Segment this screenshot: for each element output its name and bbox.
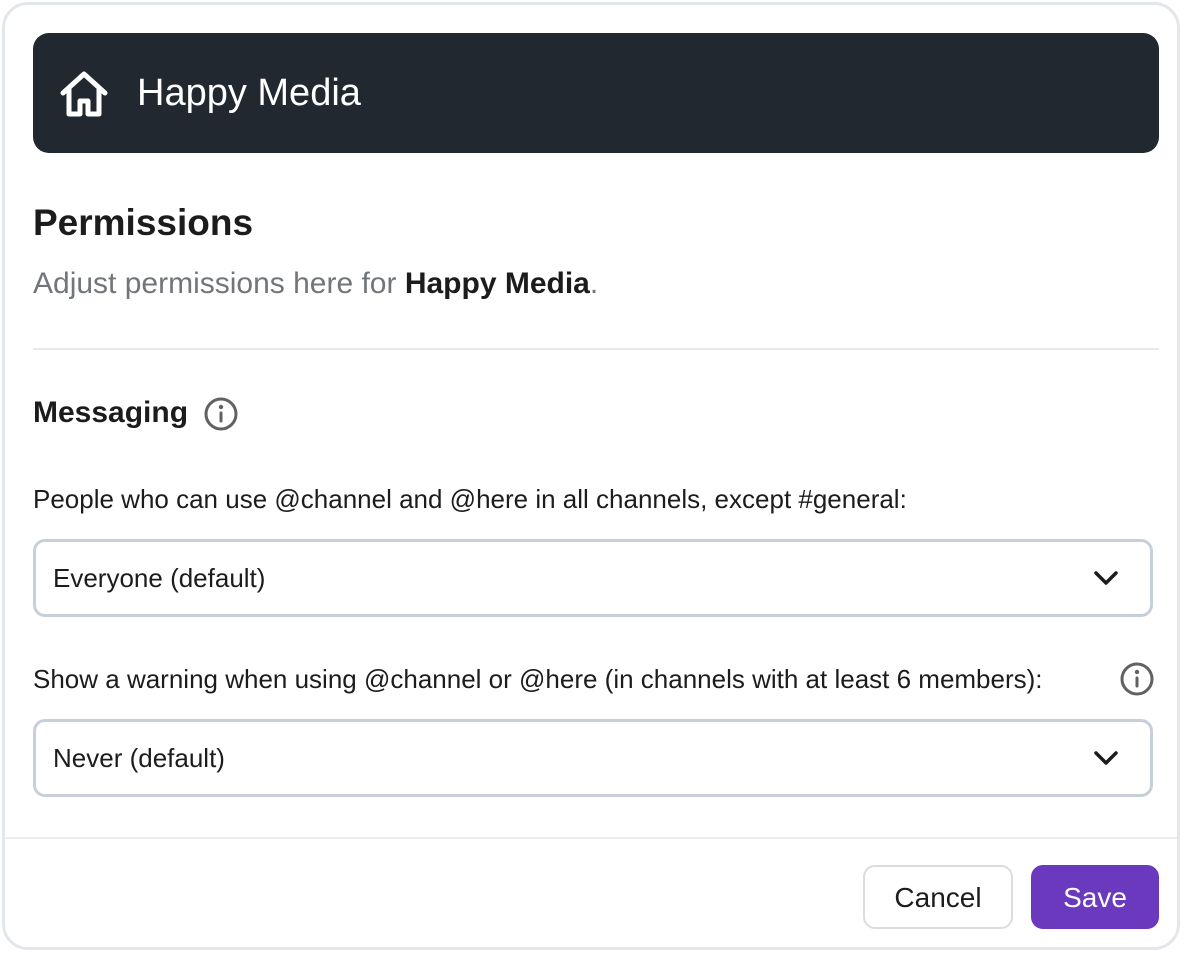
mention-warning-value: Never (default): [53, 743, 225, 773]
messaging-section-title: Messaging: [33, 396, 189, 429]
chevron-down-icon: [1094, 751, 1118, 765]
cancel-button[interactable]: Cancel: [863, 865, 1013, 929]
subtitle-workspace-name: Happy Media: [404, 267, 590, 300]
house-icon: [60, 71, 108, 117]
page-subtitle: Adjust permissions here for Happy Media.: [33, 265, 598, 303]
channel-mentions-label: People who can use @channel and @here in…: [33, 484, 907, 514]
save-button[interactable]: Save: [1031, 865, 1159, 929]
subtitle-text: Adjust permissions here for: [33, 267, 405, 300]
mention-warning-label: Show a warning when using @channel or @h…: [33, 664, 1043, 694]
chevron-down-icon: [1094, 571, 1118, 585]
info-icon[interactable]: [204, 397, 238, 431]
workspace-banner: Happy Media: [33, 33, 1159, 153]
subtitle-suffix: .: [589, 267, 599, 300]
page-title: Permissions: [33, 202, 254, 243]
workspace-name: Happy Media: [137, 72, 361, 114]
channel-mentions-select[interactable]: Everyone (default): [33, 539, 1153, 617]
mention-warning-select[interactable]: Never (default): [33, 719, 1153, 797]
permissions-dialog: Happy Media Permissions Adjust permissio…: [2, 2, 1180, 950]
footer-divider: [5, 837, 1177, 839]
section-divider: [33, 348, 1159, 350]
channel-mentions-value: Everyone (default): [53, 563, 266, 593]
info-icon[interactable]: [1120, 662, 1154, 696]
